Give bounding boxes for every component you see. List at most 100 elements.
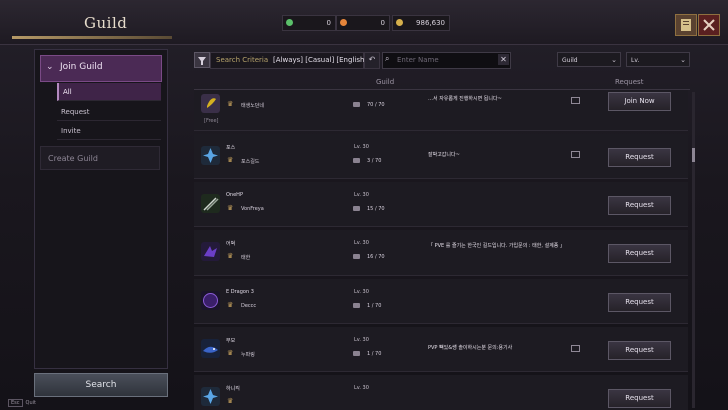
guild-row[interactable]: E Dragon 3 ♛ Deccc Lv. 30 1 / 70 Request [194, 279, 688, 324]
guild-level: Lv. 30 [354, 192, 369, 198]
request-button[interactable]: Request [608, 196, 671, 215]
guild-row[interactable]: OneHP ♛ VonFreya Lv. 30 15 / 70 Request [194, 182, 688, 227]
guild-emblem [201, 291, 220, 310]
sidebar-item-all[interactable]: All [57, 83, 161, 101]
filter-button[interactable] [194, 52, 210, 68]
join-now-button[interactable]: Join Now [608, 92, 671, 111]
guild-description: PVP 빽있&쌩 솔이하시는분 문의:용기사 [428, 345, 513, 351]
request-button[interactable]: Request [608, 341, 671, 360]
guild-list: ♛ 태생노던네 70 / 70 …서 자유롭게 진행하시면 됩니다~ [Free… [194, 90, 688, 410]
crown-icon: ♛ [227, 156, 234, 164]
gold-coin-icon [396, 19, 403, 26]
guild-row[interactable]: ♛ 태생노던네 70 / 70 …서 자유롭게 진행하시면 됩니다~ [Free… [194, 90, 688, 131]
guild-description: 「 PVE 를 즐기는 한국인 길드입니다. 가입문의 : 태한, 설계종 」 [428, 243, 565, 249]
currency-orange-value: 0 [380, 19, 385, 27]
crown-icon: ♛ [227, 301, 234, 309]
guild-tag: [Free] [204, 118, 219, 124]
guild-emblem [201, 387, 220, 406]
request-button[interactable]: Request [608, 293, 671, 312]
request-button[interactable]: Request [608, 389, 671, 408]
search-button[interactable]: Search [34, 373, 168, 397]
search-criteria[interactable]: Search Criteria [Always] [Casual] [Engli… [210, 52, 367, 69]
sidebar-item-invite[interactable]: Invite [57, 122, 161, 140]
column-header-guild: Guild [376, 78, 395, 86]
members-icon [353, 102, 360, 107]
guild-emblem [201, 94, 220, 113]
members-icon [353, 303, 360, 308]
members-icon [353, 206, 360, 211]
key-hint-label: Quit [25, 400, 36, 406]
key-hint-key: Esc [8, 399, 23, 407]
guild-name: E Dragon 3 [226, 289, 254, 295]
chevron-down-icon: ⌄ [680, 56, 686, 64]
join-guild-section[interactable]: ⌄ Join Guild [40, 55, 162, 82]
title-ornament [12, 36, 172, 39]
guild-members: 3 / 70 [367, 158, 382, 164]
sidebar: ⌄ Join Guild All Request Invite Create G… [34, 49, 168, 369]
sidebar-item-request[interactable]: Request [57, 103, 161, 121]
currency-gold: 986,630 [392, 15, 450, 31]
guild-description: …서 자유롭게 진행하시면 됩니다~ [428, 96, 502, 102]
crown-icon: ♛ [227, 252, 234, 260]
join-guild-label: Join Guild [60, 62, 103, 72]
note-icon [571, 345, 580, 352]
level-sort-dropdown[interactable]: Lv. ⌄ [626, 52, 690, 67]
guild-name: OneHP [226, 192, 243, 198]
undo-icon: ↶ [368, 55, 376, 64]
book-icon [681, 19, 691, 31]
guild-row[interactable]: 어벅 ♛ 태한 Lv. 30 16 / 70 「 PVE 를 즐기는 한국인 길… [194, 230, 688, 276]
guild-emblem [201, 242, 220, 261]
members-icon [353, 351, 360, 356]
guild-members: 15 / 70 [367, 206, 385, 212]
guild-description: 잘박고갑니다~ [428, 152, 460, 158]
guild-members: 1 / 70 [367, 351, 382, 357]
currency-orange: 0 [336, 15, 390, 31]
chevron-down-icon: ⌄ [611, 56, 617, 64]
request-button[interactable]: Request [608, 244, 671, 263]
guild-members: 70 / 70 [367, 102, 385, 108]
scrollbar-thumb[interactable] [692, 148, 695, 162]
guild-name: 부모 [226, 338, 236, 344]
guild-row[interactable]: 포스 ♛ 포스길드 Lv. 30 3 / 70 잘박고갑니다~ Request [194, 134, 688, 179]
page-title: Guild [84, 14, 128, 32]
guild-leader: 누파링 [241, 352, 255, 358]
search-criteria-label: Search Criteria [216, 56, 269, 64]
close-icon [703, 19, 715, 31]
reset-criteria-button[interactable]: ↶ [364, 52, 380, 69]
guild-leader: 태한 [241, 255, 251, 261]
guild-level: Lv. 30 [354, 385, 369, 391]
list-scrollbar[interactable] [692, 92, 695, 408]
column-header-request: Request [615, 78, 644, 86]
guild-emblem [201, 339, 220, 358]
currency-green-value: 0 [326, 19, 331, 27]
orange-flag-icon [340, 19, 347, 26]
guild-leader: 태생노던네 [241, 103, 265, 109]
request-button[interactable]: Request [608, 148, 671, 167]
guild-members: 16 / 70 [367, 254, 385, 260]
search-input[interactable]: Enter Name [397, 53, 439, 68]
guild-row[interactable]: 하니킥 ♛ Lv. 30 Request [194, 375, 688, 410]
guild-name: 포스 [226, 145, 236, 151]
guild-name-search[interactable]: ⌕ Enter Name ✕ [382, 52, 511, 69]
guild-leader: 포스길드 [241, 159, 260, 165]
close-button[interactable] [698, 14, 720, 36]
guild-name: 하니킥 [226, 386, 240, 392]
create-guild-button[interactable]: Create Guild [40, 146, 160, 170]
guild-emblem [201, 146, 220, 165]
currency-gold-value: 986,630 [416, 19, 445, 27]
guild-level: Lv. 30 [354, 144, 369, 150]
guild-sort-value: Guild [562, 57, 578, 64]
green-gem-icon [286, 19, 293, 26]
note-icon [571, 97, 580, 104]
guild-level: Lv. 30 [354, 337, 369, 343]
currency-green: 0 [282, 15, 336, 31]
chevron-down-icon: ⌄ [46, 62, 54, 72]
filter-icon [198, 57, 206, 65]
clear-search-button[interactable]: ✕ [498, 54, 509, 65]
guild-row[interactable]: 부모 ♛ 누파링 Lv. 30 1 / 70 PVP 빽있&쌩 솔이하시는분 문… [194, 327, 688, 372]
guild-book-button[interactable] [675, 14, 697, 36]
key-hint: Esc Quit [8, 399, 36, 407]
guild-sort-dropdown[interactable]: Guild ⌄ [557, 52, 621, 67]
members-icon [353, 254, 360, 259]
crown-icon: ♛ [227, 204, 234, 212]
